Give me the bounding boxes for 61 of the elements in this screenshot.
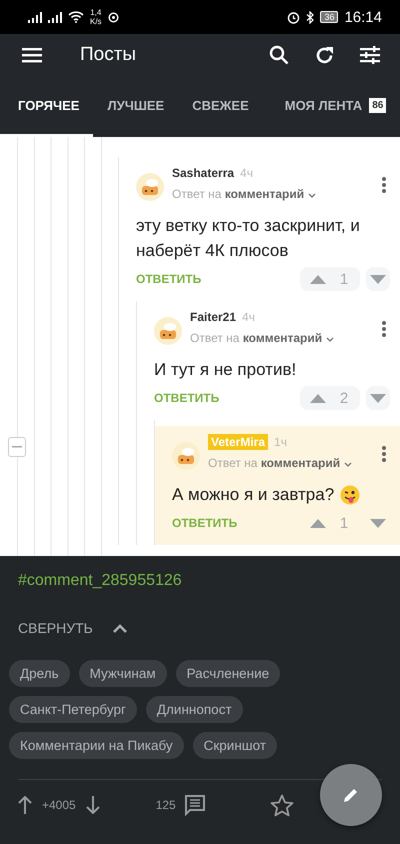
reply-to-link[interactable]: Ответ на комментарий <box>190 331 374 345</box>
tag-chip[interactable]: Расчленение <box>176 660 280 687</box>
more-icon[interactable] <box>382 321 386 337</box>
upvote-icon[interactable] <box>18 796 32 814</box>
feed-tab[interactable]: СВЕЖЕЕ <box>178 76 263 137</box>
reply-to-link[interactable]: Ответ на комментарий <box>172 187 374 201</box>
alarm-icon <box>287 10 300 24</box>
comment-icon[interactable] <box>184 794 206 816</box>
downvote-button[interactable] <box>366 267 390 291</box>
triangle-down-icon <box>370 518 386 528</box>
search-icon[interactable] <box>269 45 289 65</box>
reply-to-link[interactable]: Ответ на комментарий <box>208 456 374 470</box>
comment-text: эту ветку кто-то заскринит, и наберёт 4К плюсов <box>136 215 361 262</box>
tag-chip[interactable]: Санкт-Петербург <box>9 696 137 723</box>
chevron-down-icon[interactable] <box>308 193 316 198</box>
triangle-up-icon <box>310 394 326 402</box>
chevron-down-icon[interactable] <box>344 462 352 467</box>
sync-icon <box>108 12 119 22</box>
tag-chip[interactable]: Дрель <box>9 660 70 687</box>
author-name[interactable]: Sashaterra <box>172 165 234 181</box>
tag-chip[interactable]: Длиннопост <box>146 696 243 723</box>
collapse-button[interactable]: СВЕРНУТЬ <box>18 620 127 636</box>
triangle-up-icon <box>310 274 326 284</box>
triangle-up-icon <box>310 518 326 528</box>
chevron-up-icon <box>112 624 127 632</box>
chevron-down-icon[interactable] <box>326 337 334 342</box>
comment-time: 4ч <box>242 310 255 324</box>
feed-tab[interactable]: МОЯ ЛЕНТА 86 <box>262 76 388 137</box>
comment-text: А можно я и завтра? <box>172 484 334 506</box>
screen-title: Посты <box>80 44 136 66</box>
comment-time: 4ч <box>240 166 253 180</box>
pencil-icon <box>343 787 359 803</box>
signal-icon <box>48 12 62 22</box>
triangle-down-icon <box>370 394 386 402</box>
comment-text: И тут я не против! <box>154 359 296 381</box>
battery-indicator: 36 <box>320 11 338 23</box>
minus-icon <box>12 446 22 448</box>
bluetooth-icon <box>306 10 314 24</box>
comments-count: 125 <box>156 798 176 812</box>
tag-chip[interactable]: Комментарии на Пикабу <box>9 732 184 759</box>
post-rating: +4005 <box>42 798 76 812</box>
triangle-down-icon <box>370 274 386 284</box>
feed-tab[interactable]: ЛУЧШЕЕ <box>93 76 178 137</box>
more-icon[interactable] <box>382 446 386 462</box>
downvote-icon[interactable] <box>86 796 100 814</box>
more-icon[interactable] <box>382 177 386 193</box>
star-icon[interactable] <box>270 794 294 816</box>
comment-link[interactable]: #comment_285955126 <box>18 572 382 590</box>
downvote-button[interactable] <box>366 386 390 410</box>
signal-icon <box>28 12 42 22</box>
tag-chip[interactable]: Мужчинам <box>78 660 167 687</box>
menu-icon[interactable] <box>22 47 42 63</box>
author-name[interactable]: Faiter21 <box>190 309 236 325</box>
refresh-icon[interactable] <box>315 46 334 64</box>
tag-chip[interactable]: Скриншот <box>192 732 278 759</box>
wifi-icon <box>68 11 84 23</box>
speed-unit: K/s <box>90 17 102 26</box>
speed-value: 1,4 <box>90 8 102 17</box>
filter-icon[interactable] <box>360 46 380 64</box>
comment-time: 1ч <box>274 435 287 449</box>
clock-time: 16:14 <box>344 8 382 26</box>
